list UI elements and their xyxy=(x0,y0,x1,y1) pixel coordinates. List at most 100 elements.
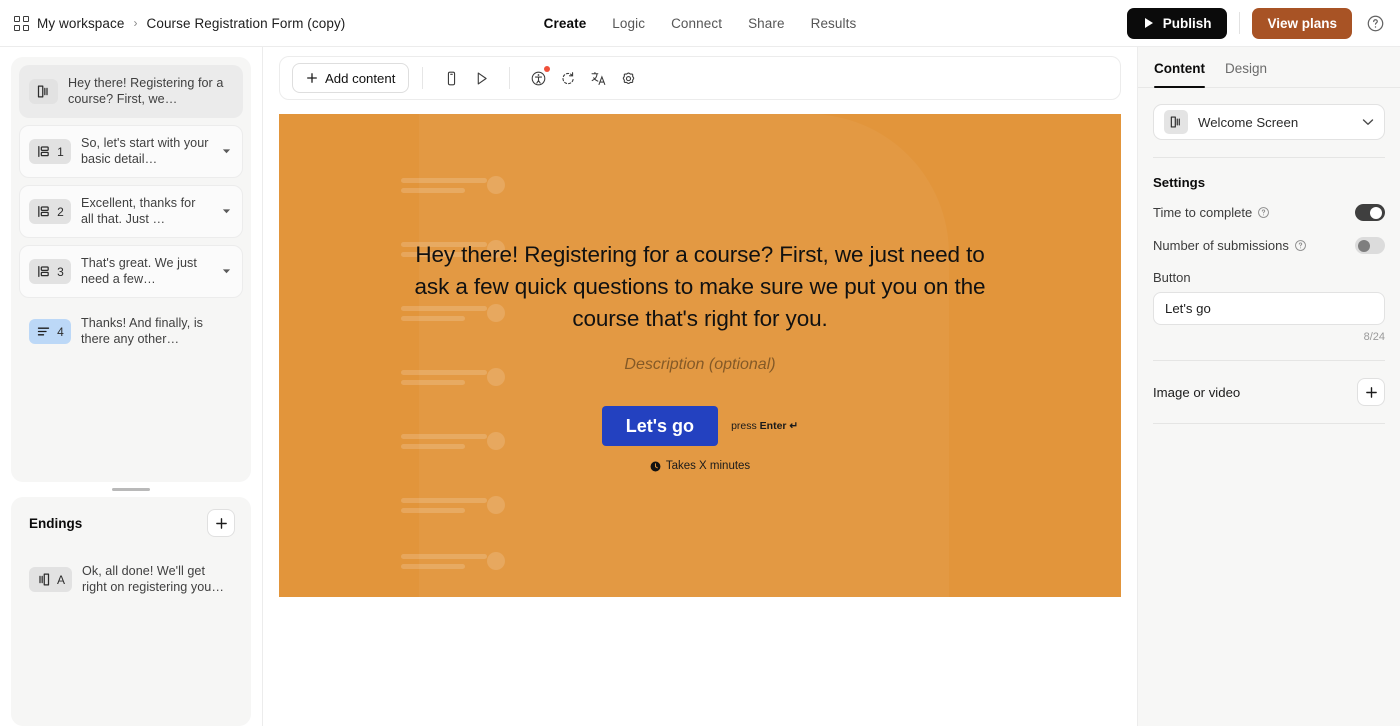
header-divider xyxy=(1239,12,1241,34)
add-ending-button[interactable] xyxy=(207,509,235,537)
sidebar-item-question-4[interactable]: 4 Thanks! And finally, is there any othe… xyxy=(19,305,243,358)
press-enter-prefix: press xyxy=(731,420,760,432)
sidebar-item-label: So, let's start with your basic detail… xyxy=(81,136,209,166)
breadcrumb: My workspace › Course Registration Form … xyxy=(14,15,345,31)
welcome-screen-cta: Let's go press Enter ↵ xyxy=(601,406,798,446)
chevron-down-icon[interactable] xyxy=(219,148,233,155)
publish-play-icon xyxy=(1143,17,1156,30)
help-circle-icon[interactable] xyxy=(1365,13,1386,34)
question-group-icon-badge: 3 xyxy=(29,259,71,284)
sidebar-item-ending-a[interactable]: A Ok, all done! We'll get right on regis… xyxy=(19,553,243,606)
form-canvas[interactable]: Hey there! Registering for a course? Fir… xyxy=(279,114,1121,597)
restart-recall-icon[interactable] xyxy=(553,63,583,93)
setting-time-to-complete: Time to complete xyxy=(1153,204,1385,221)
questions-panel: Hey there! Registering for a course? Fir… xyxy=(11,57,251,482)
right-panel-body: Welcome Screen Settings Time to complete xyxy=(1138,88,1400,424)
nav-item-create[interactable]: Create xyxy=(544,16,587,31)
question-group-icon-badge: 2 xyxy=(29,199,71,224)
notification-dot-icon xyxy=(544,66,551,72)
right-panel: Content Design Welcome Screen Settings T… xyxy=(1138,47,1400,726)
panel-divider xyxy=(1153,157,1385,158)
sidebar-item-question-2[interactable]: 2 Excellent, thanks for all that. Just … xyxy=(19,185,243,238)
play-preview-icon[interactable] xyxy=(466,63,496,93)
welcome-screen-description-placeholder[interactable]: Description (optional) xyxy=(624,356,775,374)
button-field-label: Button xyxy=(1153,270,1191,285)
tab-content[interactable]: Content xyxy=(1154,61,1205,88)
setting-label-wrap: Time to complete xyxy=(1153,205,1270,220)
plus-icon xyxy=(307,73,317,83)
help-icon[interactable] xyxy=(1294,239,1307,252)
sidebar-resize-handle[interactable] xyxy=(11,482,251,497)
sidebar-item-number: 2 xyxy=(57,204,64,219)
setting-label: Number of submissions xyxy=(1153,238,1289,253)
view-plans-button[interactable]: View plans xyxy=(1252,7,1352,39)
header-actions: Publish View plans xyxy=(1126,7,1386,39)
drag-handle-bar xyxy=(112,488,150,491)
sidebar-item-label: Excellent, thanks for all that. Just … xyxy=(81,196,196,226)
main-nav: Create Logic Connect Share Results xyxy=(544,16,857,31)
time-note-label: Takes X minutes xyxy=(665,460,751,472)
chevron-down-icon[interactable] xyxy=(219,208,233,215)
number-of-submissions-toggle[interactable] xyxy=(1355,237,1385,254)
setting-number-of-submissions: Number of submissions xyxy=(1153,237,1385,254)
settings-section-title: Settings xyxy=(1153,175,1206,190)
welcome-screen-title[interactable]: Hey there! Registering for a course? Fir… xyxy=(400,239,1000,335)
sidebar-item-number: 1 xyxy=(57,144,64,159)
sidebar-item-label: Ok, all done! We'll get right on registe… xyxy=(82,564,224,594)
clock-icon xyxy=(650,461,661,472)
endings-header: Endings xyxy=(19,509,243,537)
add-image-or-video-button[interactable] xyxy=(1357,378,1385,406)
chevron-down-icon[interactable] xyxy=(1362,118,1374,126)
image-or-video-row: Image or video xyxy=(1153,378,1385,406)
screen-type-select[interactable]: Welcome Screen xyxy=(1153,104,1385,140)
nav-item-logic[interactable]: Logic xyxy=(612,16,645,31)
setting-label: Time to complete xyxy=(1153,205,1253,220)
help-icon[interactable] xyxy=(1257,206,1270,219)
canvas-toolbar: Add content xyxy=(279,56,1121,100)
chevron-down-icon[interactable] xyxy=(219,268,233,275)
sidebar-item-label: Hey there! Registering for a course? Fir… xyxy=(68,76,224,106)
setting-label-wrap: Number of submissions xyxy=(1153,238,1307,253)
nav-item-share[interactable]: Share xyxy=(748,16,785,31)
sidebar-item-number: 4 xyxy=(57,324,64,339)
canvas-wrapper: Hey there! Registering for a course? Fir… xyxy=(263,100,1137,726)
panel-divider xyxy=(1153,360,1385,361)
lets-go-button[interactable]: Let's go xyxy=(601,406,719,446)
publish-button-label: Publish xyxy=(1162,15,1212,31)
press-enter-hint: press Enter ↵ xyxy=(731,420,798,432)
nav-item-results[interactable]: Results xyxy=(811,16,857,31)
sidebar-item-number: 3 xyxy=(57,264,64,279)
long-text-icon-badge: 4 xyxy=(29,319,71,344)
welcome-screen-icon xyxy=(1164,110,1188,134)
button-text-input[interactable] xyxy=(1153,292,1385,325)
sidebar-item-number: A xyxy=(57,572,66,587)
sidebar-item-question-1[interactable]: 1 So, let's start with your basic detail… xyxy=(19,125,243,178)
settings-gear-icon[interactable] xyxy=(613,63,643,93)
app-header: My workspace › Course Registration Form … xyxy=(0,0,1400,47)
add-content-button[interactable]: Add content xyxy=(292,63,410,93)
toolbar-divider xyxy=(509,67,511,89)
accessibility-icon[interactable] xyxy=(523,63,553,93)
center-pane: Add content Hey there! Registering for a… xyxy=(262,47,1138,726)
breadcrumb-form-title[interactable]: Course Registration Form (copy) xyxy=(146,16,345,31)
app-root: My workspace › Course Registration Form … xyxy=(0,0,1400,726)
publish-button[interactable]: Publish xyxy=(1126,7,1228,39)
tab-design[interactable]: Design xyxy=(1225,61,1267,87)
sidebar-item-question-3[interactable]: 3 That's great. We just need a few… xyxy=(19,245,243,298)
translate-icon[interactable] xyxy=(583,63,613,93)
toolbar-divider xyxy=(422,67,424,89)
toolbar-wrapper: Add content xyxy=(263,47,1137,100)
sidebar-item-welcome-screen[interactable]: Hey there! Registering for a course? Fir… xyxy=(19,65,243,118)
mobile-preview-icon[interactable] xyxy=(436,63,466,93)
nav-item-connect[interactable]: Connect xyxy=(671,16,722,31)
app-body: Hey there! Registering for a course? Fir… xyxy=(0,47,1400,726)
breadcrumb-separator: › xyxy=(133,16,138,30)
breadcrumb-workspace[interactable]: My workspace xyxy=(37,16,124,31)
question-group-icon-badge: 1 xyxy=(29,139,71,164)
workspace-grid-icon[interactable] xyxy=(14,15,29,31)
button-text-counter: 8/24 xyxy=(1363,331,1385,343)
panel-divider xyxy=(1153,423,1385,424)
time-to-complete-toggle[interactable] xyxy=(1355,204,1385,221)
ending-screen-icon-badge: A xyxy=(29,567,73,592)
welcome-screen-icon-badge xyxy=(29,79,58,104)
